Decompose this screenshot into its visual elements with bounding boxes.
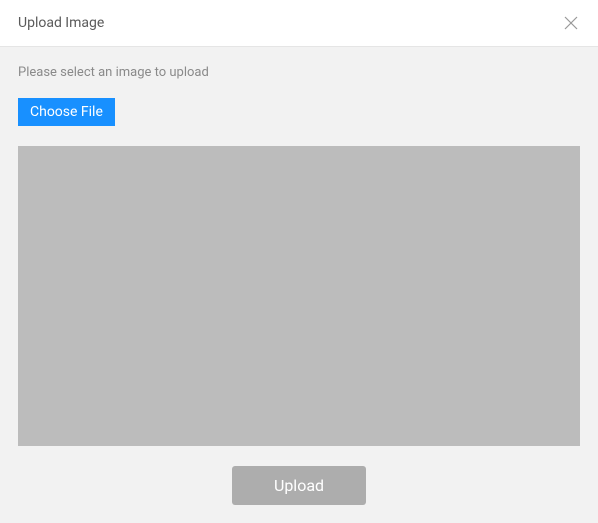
modal-body: Please select an image to upload Choose … [0,47,598,523]
choose-file-button[interactable]: Choose File [18,98,115,126]
modal-header: Upload Image [0,0,598,47]
close-icon [564,16,578,30]
modal-title: Upload Image [18,15,104,31]
close-button[interactable] [562,14,580,32]
instruction-text: Please select an image to upload [18,65,580,80]
image-preview-area [18,146,580,446]
upload-button[interactable]: Upload [232,466,366,505]
upload-image-modal: Upload Image Please select an image to u… [0,0,598,522]
